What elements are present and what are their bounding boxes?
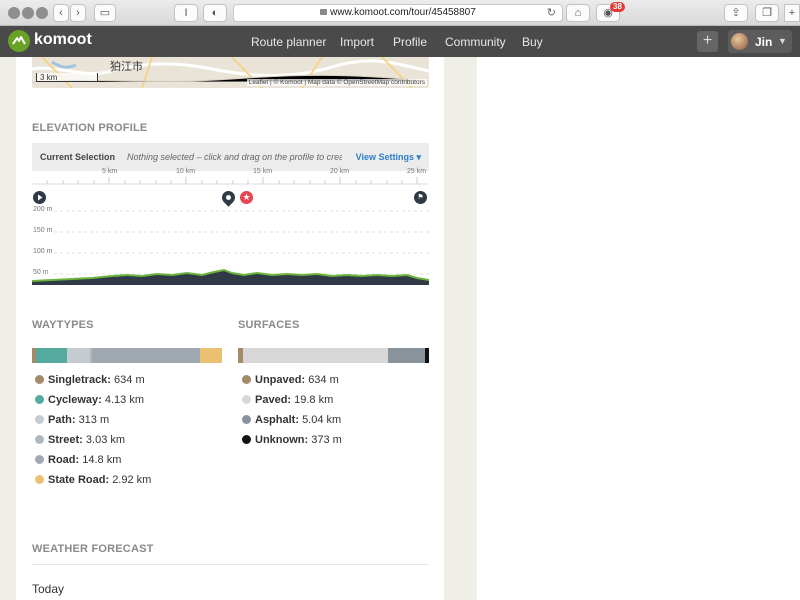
highlight-star-icon[interactable]: ★ — [240, 191, 253, 204]
state-road-dot-icon — [35, 475, 44, 484]
start-icon[interactable] — [33, 191, 46, 204]
tabs-icon[interactable]: ❐ — [755, 4, 779, 22]
elevation-title: ELEVATION PROFILE — [32, 122, 148, 134]
waytypes-bar — [32, 348, 222, 363]
surface-unknown: Unknown: 373 m — [242, 434, 342, 446]
nav-route-planner[interactable]: Route planner — [251, 35, 326, 49]
nav-import[interactable]: Import — [340, 35, 374, 49]
forward-icon[interactable]: › — [70, 4, 86, 22]
finish-icon[interactable]: ⚑ — [414, 191, 427, 204]
nav-profile[interactable]: Profile — [393, 35, 427, 49]
selection-hint: Nothing selected – click and drag on the… — [127, 152, 342, 162]
waytype-state-road: State Road: 2.92 km — [35, 474, 151, 486]
singletrack-dot-icon — [35, 375, 44, 384]
view-settings-button[interactable]: View Settings ▾ — [356, 152, 421, 163]
elevation-chart[interactable]: 5 km 10 km 15 km 20 km 25 km 200 m 150 m… — [32, 168, 429, 288]
chevron-down-icon: ▼ — [778, 36, 787, 46]
y-tick-200: 200 m — [33, 206, 53, 213]
surfaces-title: SURFACES — [238, 319, 300, 331]
back-icon[interactable]: ‹ — [53, 4, 69, 22]
address-bar[interactable]: www.komoot.com/tour/45458807 ↻ — [233, 4, 563, 22]
brand-name[interactable]: komoot — [34, 31, 92, 49]
new-tab-icon[interactable]: + — [784, 4, 800, 22]
close-window-button[interactable] — [8, 7, 20, 19]
x-tick-10: 10 km — [176, 168, 196, 175]
waytype-street: Street: 3.03 km — [35, 434, 125, 446]
nav-community[interactable]: Community — [445, 35, 506, 49]
komoot-logo-icon[interactable] — [8, 30, 30, 52]
unpaved-dot-icon — [242, 375, 251, 384]
waytypes-title: WAYTYPES — [32, 319, 94, 331]
minimize-window-button[interactable] — [22, 7, 34, 19]
selection-label: Current Selection — [40, 152, 116, 162]
x-tick-25: 25 km — [407, 168, 427, 175]
cycleway-dot-icon — [35, 395, 44, 404]
x-tick-20: 20 km — [330, 168, 350, 175]
map-attribution[interactable]: Leaflet | © Komoot | Map data © OpenStre… — [246, 79, 427, 86]
share-icon[interactable]: ⇪ — [724, 4, 748, 22]
waytype-road: Road: 14.8 km — [35, 454, 121, 466]
map-place-label: 狛江市 — [110, 61, 143, 73]
selection-bar: Current Selection Nothing selected – cli… — [32, 143, 429, 171]
weather-title: WEATHER FORECAST — [32, 543, 154, 555]
tour-panel: 狛江市 3 km Leaflet | © Komoot | Map data ©… — [16, 57, 444, 600]
surface-paved: Paved: 19.8 km — [242, 394, 333, 406]
password-icon[interactable]: ⌂ — [566, 4, 590, 22]
browser-toolbar: ‹ › ▭ I ◐ www.komoot.com/tour/45458807 ↻… — [0, 0, 800, 26]
map-scale: 3 km — [36, 73, 98, 82]
add-button[interactable]: + — [697, 31, 718, 52]
y-tick-100: 100 m — [33, 248, 53, 255]
user-name: Jin — [755, 35, 773, 49]
nav-buy[interactable]: Buy — [522, 35, 543, 49]
asphalt-dot-icon — [242, 415, 251, 424]
waytype-singletrack: Singletrack: 634 m — [35, 374, 145, 386]
reload-icon[interactable]: ↻ — [547, 5, 556, 21]
url-text: www.komoot.com/tour/45458807 — [330, 7, 476, 18]
divider — [32, 564, 429, 565]
surfaces-bar — [238, 348, 429, 363]
surface-asphalt: Asphalt: 5.04 km — [242, 414, 341, 426]
sidebar-icon[interactable]: ▭ — [94, 4, 116, 22]
avatar — [731, 33, 748, 50]
weather-today-label: Today — [32, 582, 65, 596]
y-tick-150: 150 m — [33, 227, 53, 234]
waytype-path: Path: 313 m — [35, 414, 109, 426]
waytype-cycleway: Cycleway: 4.13 km — [35, 394, 144, 406]
extension-badge: 38 — [610, 2, 625, 12]
map-preview[interactable]: 狛江市 3 km Leaflet | © Komoot | Map data ©… — [32, 57, 429, 88]
extension-icon[interactable]: ◐ — [203, 4, 227, 22]
reader-button[interactable]: I — [174, 4, 198, 22]
zoom-window-button[interactable] — [36, 7, 48, 19]
unknown-dot-icon — [242, 435, 251, 444]
y-tick-50: 50 m — [33, 269, 49, 276]
user-menu-button[interactable]: Jin ▼ — [728, 30, 792, 53]
x-tick-15: 15 km — [253, 168, 273, 175]
paved-dot-icon — [242, 395, 251, 404]
surface-unpaved: Unpaved: 634 m — [242, 374, 339, 386]
road-dot-icon — [35, 455, 44, 464]
street-dot-icon — [35, 435, 44, 444]
site-header: komoot Route planner Import Profile Comm… — [0, 26, 800, 57]
x-tick-5: 5 km — [102, 168, 118, 175]
right-pane — [477, 57, 800, 600]
lock-icon — [320, 9, 328, 15]
path-dot-icon — [35, 415, 44, 424]
